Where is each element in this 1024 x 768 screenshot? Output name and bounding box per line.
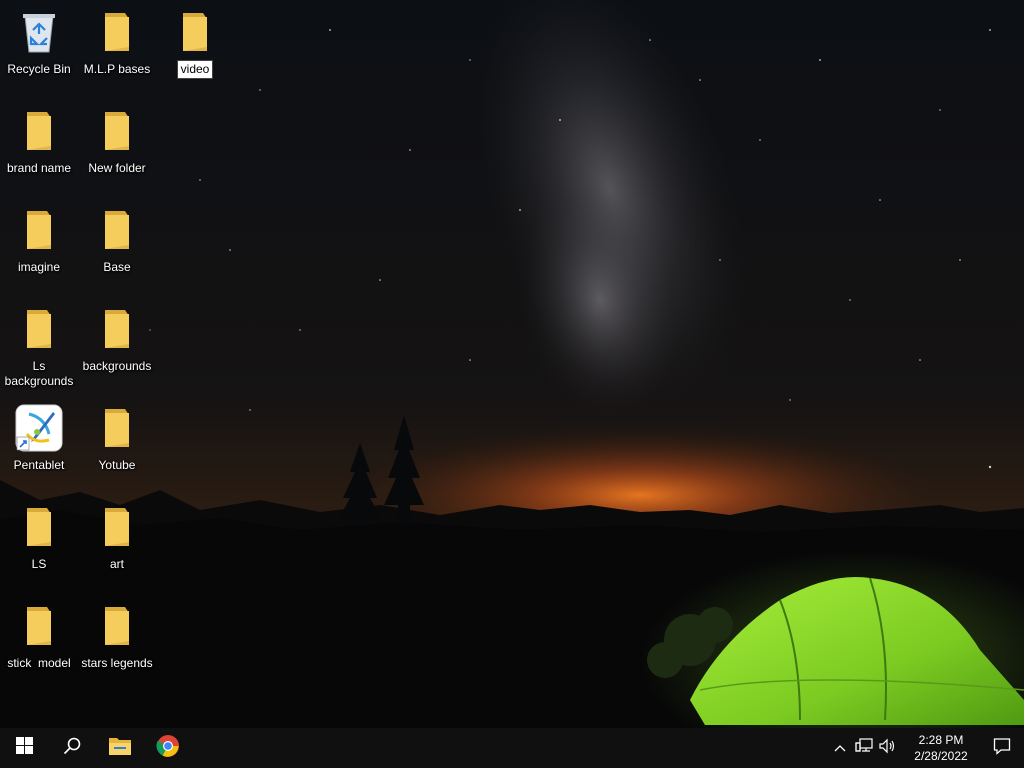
desktop-icon-recycle-bin[interactable]: Recycle Bin	[0, 6, 78, 98]
notification-icon	[993, 737, 1011, 760]
desktop-icon-label: Base	[103, 260, 131, 274]
desktop-icon-label: stick model	[7, 656, 71, 670]
start-button[interactable]	[0, 728, 48, 768]
desktop-icon-label: New folder	[88, 161, 146, 175]
chrome-button[interactable]	[144, 728, 192, 768]
desktop-icon-brand-name[interactable]: brand name	[0, 105, 78, 197]
folder-icon	[93, 404, 141, 452]
chrome-icon	[156, 734, 180, 763]
desktop-icon-label: Ls backgrounds	[4, 359, 74, 388]
folder-icon	[93, 503, 141, 551]
system-tray: 2:28 PM 2/28/2022	[828, 728, 1024, 768]
clock-button[interactable]: 2:28 PM 2/28/2022	[902, 732, 980, 764]
start-icon	[15, 737, 33, 759]
clock-time: 2:28 PM	[918, 733, 964, 747]
desktop-icon-label: art	[109, 557, 124, 571]
desktop-icon-label: backgrounds	[82, 359, 152, 373]
desktop-icon-ls[interactable]: LS	[0, 501, 78, 593]
folder-icon	[93, 206, 141, 254]
desktop-icon-art[interactable]: art	[78, 501, 156, 593]
folder-icon	[93, 305, 141, 353]
file-explorer-icon	[108, 736, 132, 761]
volume-icon	[879, 738, 897, 759]
search-button[interactable]	[48, 728, 96, 768]
folder-icon	[15, 503, 63, 551]
desktop-icon-label: Yotube	[98, 458, 136, 472]
folder-icon	[15, 305, 63, 353]
desktop-icon-label: Recycle Bin	[7, 62, 71, 76]
action-center-button[interactable]	[980, 728, 1024, 768]
desktop-icon-yotube[interactable]: Yotube	[78, 402, 156, 494]
folder-icon	[93, 107, 141, 155]
recycle-bin-icon	[15, 8, 63, 56]
clock-date: 2/28/2022	[914, 749, 968, 763]
folder-icon	[93, 8, 141, 56]
desktop-icon-stars-legends[interactable]: stars legends	[78, 600, 156, 692]
chevron-up-icon	[834, 739, 846, 757]
desktop-icon-new-folder[interactable]: New folder	[78, 105, 156, 197]
desktop-icon-video[interactable]: video	[156, 6, 234, 98]
taskbar: 2:28 PM 2/28/2022	[0, 728, 1024, 768]
folder-icon	[15, 206, 63, 254]
desktop-icon-label: LS	[31, 557, 47, 571]
pentablet-shortcut-icon	[15, 404, 63, 452]
folder-icon	[93, 602, 141, 650]
desktop-icon-stick-model[interactable]: stick model	[0, 600, 78, 692]
network-icon	[855, 737, 873, 759]
volume-button[interactable]	[876, 728, 900, 768]
desktop-icon-label: stars legends	[81, 656, 153, 670]
desktop-icon-pentablet[interactable]: Pentablet	[0, 402, 78, 494]
search-icon	[63, 737, 81, 760]
network-button[interactable]	[852, 728, 876, 768]
folder-icon	[15, 107, 63, 155]
desktop-icon-base[interactable]: Base	[78, 204, 156, 296]
desktop-icon-mlp-bases[interactable]: M.L.P bases	[78, 6, 156, 98]
desktop-icon-label: Pentablet	[13, 458, 65, 472]
folder-icon	[171, 8, 219, 56]
desktop-icon-ls-backgrounds[interactable]: Ls backgrounds	[0, 303, 78, 395]
desktop-icon-label: M.L.P bases	[83, 62, 151, 76]
desktop-icon-label: imagine	[17, 260, 61, 274]
desktop-icon-imagine[interactable]: imagine	[0, 204, 78, 296]
show-hidden-icons-button[interactable]	[828, 728, 852, 768]
desktop-icon-label: brand name	[6, 161, 72, 175]
rename-input[interactable]: video	[176, 60, 214, 79]
folder-icon	[15, 602, 63, 650]
file-explorer-button[interactable]	[96, 728, 144, 768]
desktop-icon-backgrounds[interactable]: backgrounds	[78, 303, 156, 395]
